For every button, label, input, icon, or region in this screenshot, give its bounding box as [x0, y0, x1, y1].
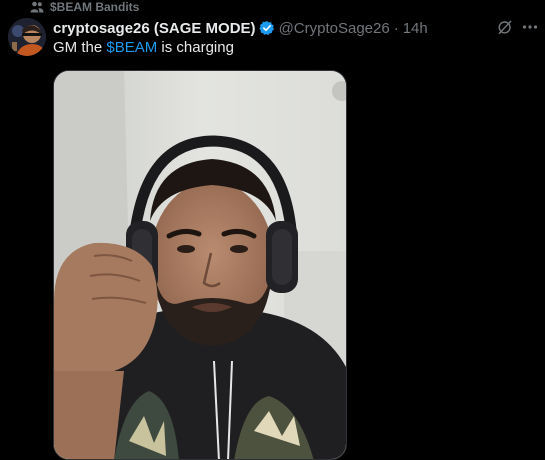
- tweet-photo[interactable]: [53, 70, 347, 460]
- tweet-text-end: is charging: [157, 39, 234, 56]
- separator-dot: ·: [393, 19, 399, 37]
- timestamp[interactable]: 14h: [403, 20, 428, 37]
- people-icon: [30, 1, 44, 13]
- cashtag-link[interactable]: $BEAM: [106, 39, 157, 56]
- tweet-text-start: GM the: [53, 39, 107, 56]
- more-icon: [522, 19, 538, 40]
- tweet-header: cryptosage26 (SAGE MODE) @CryptoSage26 ·…: [53, 18, 428, 38]
- verified-badge-icon[interactable]: [258, 20, 275, 36]
- tweet-text: GM the $BEAM is charging: [53, 39, 234, 56]
- social-context[interactable]: $BEAM Bandits: [30, 0, 139, 14]
- social-context-label: $BEAM Bandits: [50, 0, 140, 14]
- grok-button[interactable]: [494, 18, 516, 40]
- more-options-button[interactable]: [519, 18, 541, 40]
- display-name[interactable]: cryptosage26 (SAGE MODE): [53, 20, 256, 37]
- avatar[interactable]: [8, 18, 46, 56]
- user-handle[interactable]: @CryptoSage26: [279, 20, 390, 37]
- grok-icon: [496, 18, 514, 41]
